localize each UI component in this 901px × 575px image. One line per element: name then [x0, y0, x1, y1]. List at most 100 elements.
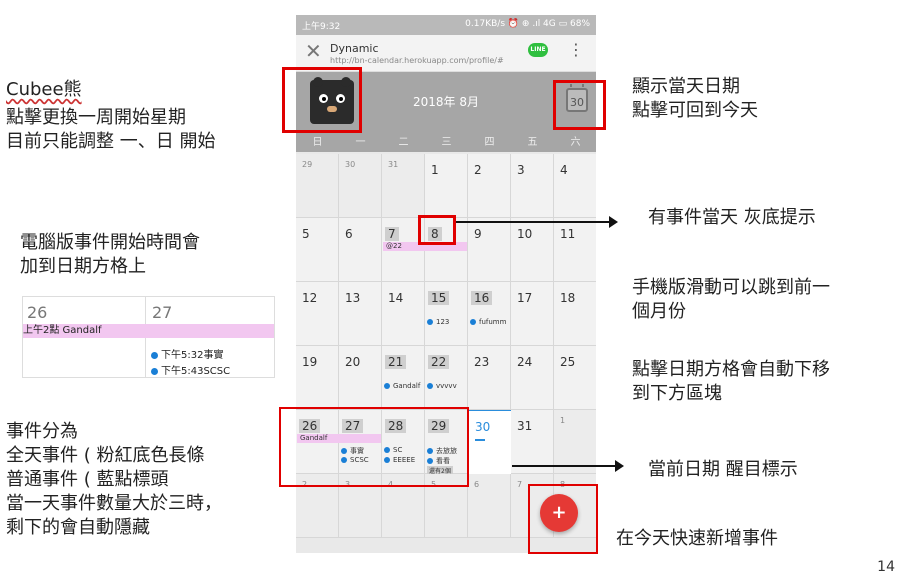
day-number: 29	[302, 160, 313, 169]
status-time: 上午9:32	[302, 22, 341, 32]
day-cell[interactable]: 20	[339, 346, 382, 410]
day-cell[interactable]: 6	[468, 474, 511, 538]
event-dot-icon	[151, 351, 158, 359]
weekday-header[interactable]: 日一二三四五六	[296, 130, 596, 152]
day-cell[interactable]: 19	[296, 346, 339, 410]
day-number: 9	[474, 227, 482, 241]
day-cell[interactable]: 14	[382, 282, 425, 346]
event-dot-icon	[427, 383, 433, 389]
highlight-today-button	[553, 80, 606, 130]
day-cell[interactable]: 16 fufumm	[468, 282, 511, 346]
day-number: 13	[345, 291, 361, 305]
weekday-label: 日	[312, 137, 323, 148]
day-number: 12	[302, 291, 318, 305]
day-number: 22	[428, 355, 450, 369]
day-number: 2	[474, 163, 482, 177]
quick-add-note: 在今天快速新增事件	[616, 528, 778, 549]
day-cell[interactable]: 9	[468, 218, 511, 282]
page-url[interactable]: http://bn-calendar.herokuapp.com/profile…	[330, 56, 504, 65]
day-cell[interactable]: 15 123	[425, 282, 468, 346]
day-number: 24	[517, 355, 533, 369]
day-cell[interactable]: 13	[339, 282, 382, 346]
current-day-note: 當前日期 醒目標示	[648, 459, 798, 480]
weekday-label: 六	[570, 137, 581, 148]
day-cell[interactable]: 12	[296, 282, 339, 346]
day-cell[interactable]: 23	[468, 346, 511, 410]
page-number: 14	[877, 559, 895, 575]
day-number: 25	[560, 355, 576, 369]
event-dot-icon	[384, 383, 390, 389]
day-number: 11	[560, 227, 576, 241]
day-cell[interactable]: 2	[468, 154, 511, 218]
day-number: 31	[388, 160, 399, 169]
day-cell[interactable]: 31	[382, 154, 425, 218]
day-cell[interactable]: 4	[554, 154, 596, 218]
brand-label: Cubee熊	[6, 79, 82, 100]
inset-event: 下午5:32事實	[151, 346, 223, 361]
start-week-note: 點擊更換一周開始星期 目前只能調整 一、日 開始	[6, 107, 216, 152]
day-number: 15	[428, 291, 450, 305]
swipe-note: 手機版滑動可以跳到前一 個月份	[632, 277, 830, 322]
today-button-note: 顯示當天日期 點擊可回到今天	[632, 76, 758, 121]
day-cell[interactable]: 17	[511, 282, 554, 346]
day-number: 6	[345, 227, 353, 241]
event-item[interactable]: vvvvv	[427, 382, 457, 390]
more-menu-icon[interactable]: ⋮	[568, 42, 584, 58]
weekday-label: 一	[355, 137, 366, 148]
day-number: 23	[474, 355, 490, 369]
day-cell-today[interactable]: 30	[468, 410, 512, 475]
day-cell[interactable]: 10	[511, 218, 554, 282]
day-number: 1	[560, 416, 566, 425]
day-number: 17	[517, 291, 533, 305]
highlight-add-button	[528, 484, 598, 554]
desktop-note: 電腦版事件開始時間會 加到日期方格上	[20, 232, 200, 277]
day-number: 21	[385, 355, 407, 369]
inset-event: 下午5:43SCSC	[151, 362, 230, 377]
day-number: 3	[517, 163, 525, 177]
day-number: 1	[431, 163, 439, 177]
day-number: 7	[517, 480, 523, 489]
day-number: 7	[385, 227, 399, 241]
event-item[interactable]: 123	[427, 318, 449, 326]
day-cell[interactable]: 22 vvvvv	[425, 346, 468, 410]
highlight-gray-day	[418, 215, 456, 245]
weekday-label: 四	[484, 137, 495, 148]
page-title: Dynamic	[330, 42, 379, 55]
today-underline	[475, 439, 485, 441]
day-cell[interactable]: 21 Gandalf	[382, 346, 425, 410]
event-item[interactable]: Gandalf	[384, 382, 420, 390]
event-item[interactable]: fufumm	[470, 318, 506, 326]
desktop-calendar-inset: 26 27 上午2點 Gandalf 下午5:32事實 下午5:43SCSC	[22, 296, 275, 378]
day-cell[interactable]: 11	[554, 218, 596, 282]
tap-cell-note: 點擊日期方格會自動下移 到下方區塊	[632, 359, 830, 404]
day-number: 18	[560, 291, 576, 305]
day-number: 16	[471, 291, 493, 305]
event-dot-icon	[151, 367, 158, 375]
inset-day-number: 26	[27, 303, 48, 322]
day-cell[interactable]: 5	[296, 218, 339, 282]
event-types-note: 事件分為 全天事件 ( 粉紅底色長條 普通事件 ( 藍點標頭 當一天事件數量大於…	[6, 421, 222, 538]
day-cell[interactable]: 25	[554, 346, 596, 410]
day-number: 14	[388, 291, 404, 305]
day-cell[interactable]: 1	[425, 154, 468, 218]
day-cell[interactable]: 6	[339, 218, 382, 282]
day-cell[interactable]: 24	[511, 346, 554, 410]
arrow-current-day	[512, 460, 624, 472]
inset-day-number: 27	[152, 303, 173, 322]
day-cell[interactable]: 29	[296, 154, 339, 218]
day-cell[interactable]: 30	[339, 154, 382, 218]
day-cell[interactable]: 3	[511, 154, 554, 218]
day-number: 10	[517, 227, 533, 241]
weekday-label: 五	[527, 137, 538, 148]
event-dot-icon	[470, 319, 476, 325]
day-number: 20	[345, 355, 361, 369]
day-number: 6	[474, 480, 480, 489]
line-share-icon[interactable]: LINE	[528, 43, 548, 57]
day-number: 30	[345, 160, 356, 169]
day-cell[interactable]: 18	[554, 282, 596, 346]
event-dot-icon	[427, 319, 433, 325]
day-number: 30	[475, 420, 491, 434]
inset-allday-bar: 上午2點 Gandalf	[23, 324, 274, 338]
status-bar: 上午9:32 0.17KB/s ⏰ ⊕ .ıl 4G ▭ 68%	[296, 15, 596, 35]
close-icon[interactable]: ✕	[305, 40, 322, 62]
